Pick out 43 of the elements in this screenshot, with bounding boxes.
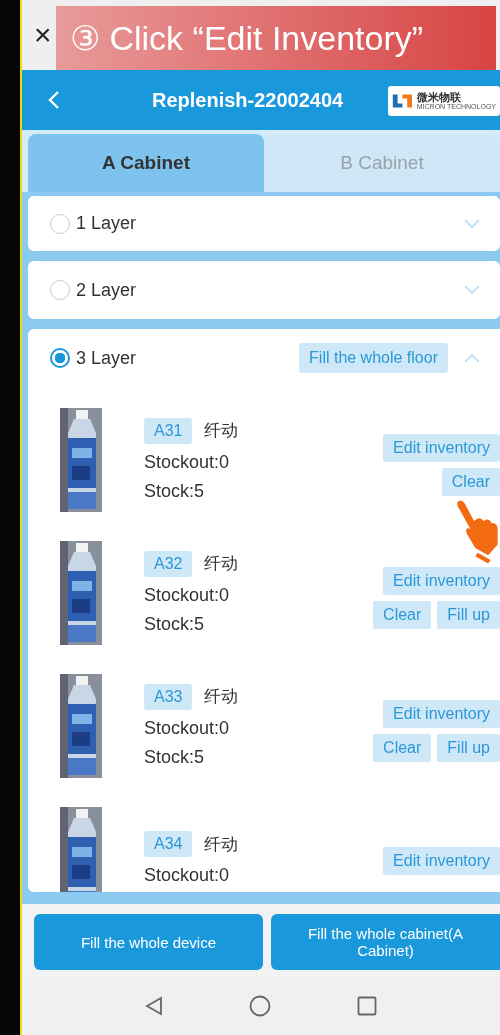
- product-name: 纤动: [204, 552, 239, 575]
- slot-tag: A32: [144, 550, 193, 577]
- edit-inventory-button[interactable]: Edit inventory: [383, 566, 500, 595]
- product-name: 纤动: [204, 419, 239, 442]
- clear-button[interactable]: Clear: [373, 733, 432, 762]
- edit-inventory-button[interactable]: Edit inventory: [383, 433, 500, 462]
- clear-button[interactable]: Clear: [441, 467, 500, 496]
- stockout-text: Stockout:0: [144, 451, 231, 473]
- fill-up-button[interactable]: Fill up: [437, 733, 500, 762]
- radio-button[interactable]: [50, 348, 70, 368]
- back-icon[interactable]: [48, 90, 60, 110]
- slot-tag: A31: [144, 417, 193, 444]
- recents-nav-icon[interactable]: [357, 995, 377, 1016]
- edit-inventory-button[interactable]: Edit inventory: [383, 699, 500, 728]
- pointing-hand-icon: [454, 498, 500, 564]
- stockout-text: Stockout:0: [144, 717, 231, 739]
- slot-tag: A33: [144, 683, 193, 710]
- page-title: Replenish-22002404: [152, 88, 344, 112]
- stockout-text: Stockout:0: [144, 865, 231, 886]
- logo-name: 微米物联: [416, 92, 462, 103]
- stock-text: Stock:5: [144, 746, 206, 768]
- clear-button[interactable]: Clear: [373, 600, 432, 629]
- logo-icon: [392, 92, 413, 110]
- fill-up-button[interactable]: Fill up: [437, 600, 500, 629]
- cabinet-tab[interactable]: B Cabinet: [264, 134, 500, 192]
- cabinet-tab[interactable]: A Cabinet: [28, 134, 264, 192]
- close-button[interactable]: ×: [34, 20, 52, 50]
- layer-label[interactable]: 2 Layer: [76, 279, 137, 301]
- stock-text: Stock:5: [144, 613, 206, 635]
- product-name: 纤动: [204, 832, 239, 856]
- layer-label[interactable]: 1 Layer: [76, 213, 137, 234]
- fill-floor-button[interactable]: Fill the whole floor: [299, 343, 448, 373]
- back-nav-icon[interactable]: [145, 995, 163, 1016]
- instruction-banner: ③ Click “Edit Inventory”: [56, 6, 496, 70]
- stock-text: Stock:5: [144, 480, 206, 502]
- footer-button[interactable]: Fill the whole device: [34, 914, 263, 970]
- edit-inventory-button[interactable]: Edit inventory: [383, 846, 500, 875]
- product-name: 纤动: [204, 685, 239, 708]
- layer-label[interactable]: 3 Layer: [76, 347, 137, 369]
- home-nav-icon[interactable]: [249, 994, 271, 1017]
- footer-button[interactable]: Fill the whole cabinet(A Cabinet): [271, 914, 500, 970]
- slot-tag: A34: [144, 831, 193, 857]
- stockout-text: Stockout:0: [144, 584, 231, 606]
